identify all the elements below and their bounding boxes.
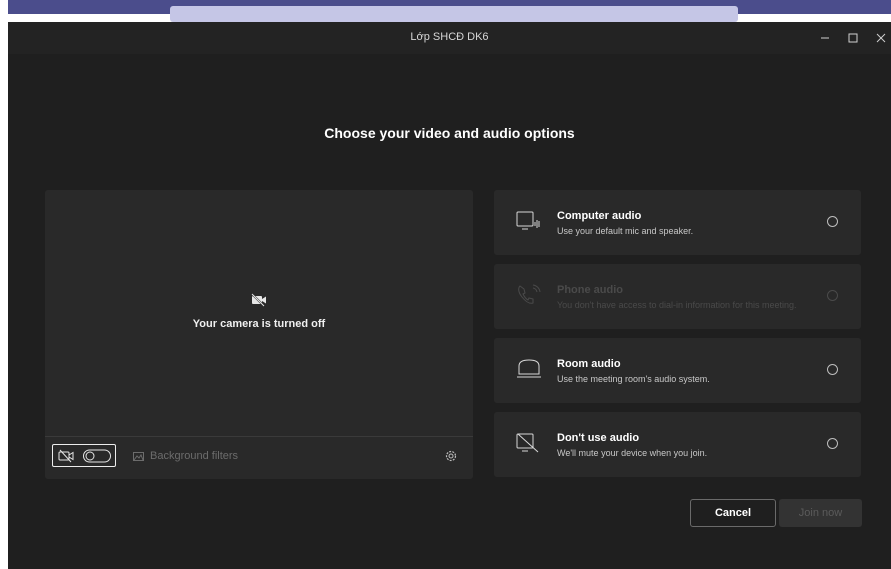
- option-description: Use your default mic and speaker.: [557, 226, 694, 236]
- video-preview-panel: Your camera is turned off Background fil…: [45, 190, 473, 479]
- minimize-button[interactable]: [814, 28, 836, 48]
- option-radio[interactable]: [827, 216, 838, 227]
- maximize-button[interactable]: [842, 28, 864, 48]
- preview-divider: [45, 436, 473, 437]
- gear-icon[interactable]: [444, 449, 458, 463]
- room-audio-icon: [517, 359, 541, 378]
- option-radio: [827, 290, 838, 301]
- close-button[interactable]: [870, 28, 891, 48]
- background-filters-icon: [133, 451, 144, 461]
- camera-status-text: Your camera is turned off: [192, 318, 326, 330]
- phone-audio-icon: [518, 284, 541, 304]
- toggle-switch-icon: [83, 449, 111, 463]
- page-heading: Choose your video and audio options: [324, 125, 575, 141]
- meeting-join-window: Lớp SHCĐ DK6 Choose your video and audio…: [8, 22, 891, 569]
- camera-off-icon: [58, 449, 74, 463]
- window-title: Lớp SHCĐ DK6: [410, 31, 489, 43]
- option-title: Don't use audio: [557, 432, 640, 444]
- close-icon: [876, 33, 886, 43]
- option-title: Room audio: [557, 358, 621, 370]
- maximize-icon: [848, 33, 858, 43]
- option-description: We'll mute your device when you join.: [557, 448, 708, 458]
- option-title: Computer audio: [557, 210, 642, 222]
- audio-option-computer[interactable]: Computer audio Use your default mic and …: [494, 190, 861, 255]
- background-filters-button[interactable]: Background filters: [133, 450, 238, 462]
- audio-option-phone: Phone audio You don't have access to dia…: [494, 264, 861, 329]
- camera-toggle[interactable]: [52, 444, 116, 467]
- window-titlebar: Lớp SHCĐ DK6: [8, 22, 891, 54]
- no-audio-icon: [516, 433, 539, 453]
- audio-option-room[interactable]: Room audio Use the meeting room's audio …: [494, 338, 861, 403]
- background-app-search-field: [170, 6, 738, 22]
- option-description: Use the meeting room's audio system.: [557, 374, 710, 384]
- option-description: You don't have access to dial-in informa…: [557, 300, 797, 310]
- background-filters-label: Background filters: [150, 450, 239, 462]
- option-radio[interactable]: [827, 364, 838, 375]
- option-radio[interactable]: [827, 438, 838, 449]
- background-app-strip: [0, 0, 891, 22]
- computer-audio-icon: [516, 211, 540, 230]
- cancel-button[interactable]: Cancel: [690, 499, 776, 527]
- join-now-button[interactable]: Join now: [779, 499, 862, 527]
- option-title: Phone audio: [557, 284, 623, 296]
- minimize-icon: [821, 37, 829, 39]
- audio-option-none[interactable]: Don't use audio We'll mute your device w…: [494, 412, 861, 477]
- camera-off-icon: [251, 293, 266, 307]
